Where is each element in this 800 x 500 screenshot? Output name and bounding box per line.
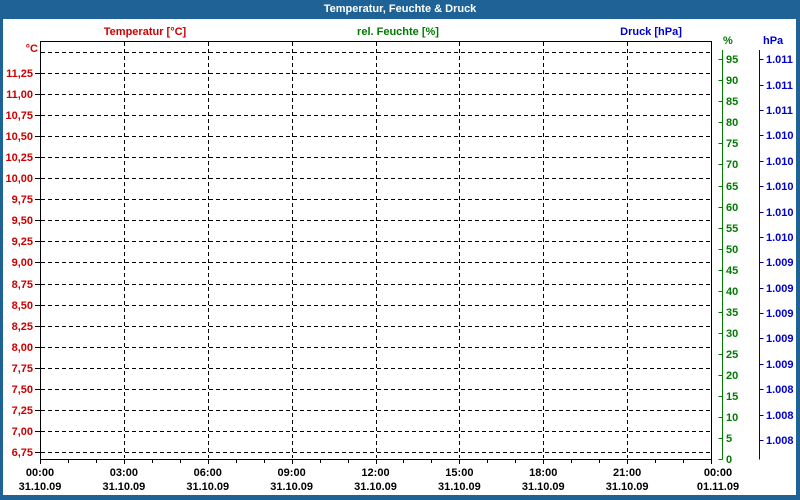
svg-text:31.10.09: 31.10.09 (102, 481, 145, 493)
svg-text:1.008: 1.008 (766, 410, 794, 422)
svg-text:1.010: 1.010 (766, 232, 794, 244)
humidity-axis: 95908580757065605550454035302520151050 (718, 50, 738, 466)
svg-text:7,50: 7,50 (12, 384, 33, 396)
svg-text:90: 90 (726, 75, 738, 87)
x-axis: 00:00 31.10.09 03:00 31.10.09 06:00 31.10.09 0… (19, 459, 739, 493)
svg-text:31.10.09: 31.10.09 (438, 481, 481, 493)
svg-text:10,75: 10,75 (5, 110, 33, 122)
svg-text:7,00: 7,00 (12, 426, 33, 438)
svg-text:1.010: 1.010 (766, 156, 794, 168)
svg-text:1.008: 1.008 (766, 384, 794, 396)
svg-text:60: 60 (726, 202, 738, 214)
svg-text:80: 80 (726, 117, 738, 129)
chart-window: Temperatur, Feuchte & Druck Temperatur [… (0, 0, 800, 500)
svg-text:1.009: 1.009 (766, 359, 794, 371)
svg-text:31.10.09: 31.10.09 (270, 481, 313, 493)
svg-text:8,50: 8,50 (12, 300, 33, 312)
svg-text:09:00: 09:00 (278, 467, 306, 479)
svg-text:1.009: 1.009 (766, 308, 794, 320)
svg-text:10,25: 10,25 (5, 152, 33, 164)
svg-text:9,25: 9,25 (12, 236, 33, 248)
svg-text:15:00: 15:00 (445, 467, 473, 479)
pressure-axis: 1.011 1.011 1.011 1.010 1.010 1.010 1.010 1.010… (759, 50, 794, 460)
svg-text:50: 50 (726, 244, 738, 256)
svg-text:6,75: 6,75 (12, 447, 33, 459)
window-border-bottom (0, 495, 800, 500)
svg-text:21:00: 21:00 (613, 467, 641, 479)
svg-text:1.009: 1.009 (766, 283, 794, 295)
svg-text:9,50: 9,50 (12, 215, 33, 227)
svg-text:1.010: 1.010 (766, 207, 794, 219)
svg-text:1.011: 1.011 (766, 80, 793, 92)
svg-text:1.011: 1.011 (766, 54, 793, 66)
svg-text:1.009: 1.009 (766, 257, 794, 269)
svg-text:10,00: 10,00 (5, 173, 33, 185)
svg-text:9,00: 9,00 (12, 257, 33, 269)
svg-text:10: 10 (726, 412, 738, 424)
svg-text:31.10.09: 31.10.09 (354, 481, 397, 493)
temperature-axis: 11,25 11,00 10,75 10,50 10,25 10,00 9,75 9,50 9,… (5, 68, 40, 459)
svg-text:31.10.09: 31.10.09 (19, 481, 62, 493)
svg-text:9,75: 9,75 (12, 194, 33, 206)
svg-text:35: 35 (726, 307, 738, 319)
svg-text:20: 20 (726, 370, 738, 382)
svg-text:1.010: 1.010 (766, 181, 794, 193)
svg-text:1.010: 1.010 (766, 130, 794, 142)
svg-text:31.10.09: 31.10.09 (186, 481, 229, 493)
svg-text:8,00: 8,00 (12, 342, 33, 354)
svg-text:30: 30 (726, 328, 738, 340)
svg-text:7,75: 7,75 (12, 363, 33, 375)
svg-text:18:00: 18:00 (529, 467, 557, 479)
svg-text:7,25: 7,25 (12, 405, 33, 417)
svg-text:01.11.09: 01.11.09 (697, 481, 739, 493)
svg-text:55: 55 (726, 223, 738, 235)
h-gridlines (41, 52, 710, 453)
svg-text:65: 65 (726, 181, 738, 193)
svg-text:00:00: 00:00 (704, 467, 732, 479)
v-gridlines (124, 42, 628, 458)
plot-frame (40, 41, 712, 460)
chart-canvas: 11,25 11,00 10,75 10,50 10,25 10,00 9,75 9,50 9,… (5, 41, 794, 493)
svg-text:25: 25 (726, 349, 738, 361)
window-border-right (796, 19, 800, 500)
svg-text:03:00: 03:00 (110, 467, 138, 479)
svg-text:70: 70 (726, 159, 738, 171)
svg-text:0: 0 (726, 454, 732, 466)
svg-text:31.10.09: 31.10.09 (522, 481, 565, 493)
svg-text:00:00: 00:00 (26, 467, 54, 479)
svg-text:8,25: 8,25 (12, 321, 33, 333)
svg-text:10,50: 10,50 (5, 131, 33, 143)
svg-text:06:00: 06:00 (194, 467, 222, 479)
svg-text:1.008: 1.008 (766, 435, 794, 447)
svg-text:11,25: 11,25 (6, 68, 33, 80)
svg-text:5: 5 (726, 433, 732, 445)
svg-text:15: 15 (726, 391, 738, 403)
svg-text:8,75: 8,75 (12, 279, 33, 291)
svg-text:40: 40 (726, 286, 738, 298)
svg-text:1.009: 1.009 (766, 333, 794, 345)
svg-text:11,00: 11,00 (6, 89, 33, 101)
svg-text:31.10.09: 31.10.09 (606, 481, 649, 493)
svg-text:12:00: 12:00 (361, 467, 389, 479)
svg-text:75: 75 (726, 138, 738, 150)
svg-text:95: 95 (726, 54, 738, 66)
svg-text:45: 45 (726, 265, 738, 277)
svg-text:85: 85 (726, 96, 738, 108)
window-border-left (0, 19, 3, 500)
svg-text:1.011: 1.011 (766, 105, 793, 117)
